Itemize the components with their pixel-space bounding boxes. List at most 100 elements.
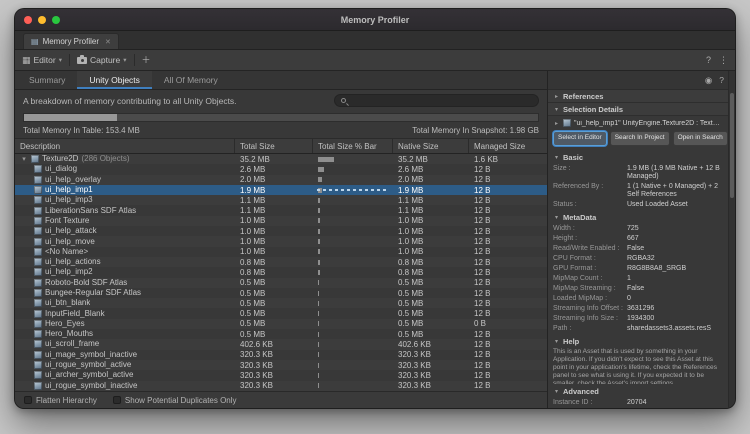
kebab-menu-icon[interactable]: ⋮	[719, 55, 728, 66]
field-label: Streaming Info Size :	[553, 315, 623, 323]
table-row[interactable]: Roboto-Bold SDF Atlas0.5 MB0.5 MB12 B	[15, 278, 547, 288]
traffic-lights	[24, 16, 60, 24]
size-bar-cell	[313, 236, 393, 246]
field-label: Referenced By :	[553, 183, 623, 199]
table-row[interactable]: ui_help_actions0.8 MB0.8 MB12 B	[15, 257, 547, 267]
table-row[interactable]: Hero_Mouths0.5 MB0.5 MB12 B	[15, 329, 547, 339]
help-section-header[interactable]: ▾ Help	[548, 334, 728, 348]
tab-memory-profiler[interactable]: ▤ Memory Profiler ✕	[23, 33, 119, 49]
field-value: 1.9 MB (1.9 MB Native + 12 B Managed)	[627, 165, 723, 181]
view-tabs: SummaryUnity ObjectsAll Of Memory	[15, 71, 547, 90]
tab-all-of-memory[interactable]: All Of Memory	[152, 71, 230, 89]
advanced-section-header[interactable]: ▾ Advanced	[548, 384, 728, 398]
open-in-search-button[interactable]: Open in Search	[673, 131, 728, 146]
row-name: LiberationSans SDF Atlas	[45, 207, 136, 215]
native-size-cell: 0.8 MB	[393, 267, 469, 277]
table-row[interactable]: InputField_Blank0.5 MB0.5 MB12 B	[15, 308, 547, 318]
advanced-title: Advanced	[563, 387, 599, 396]
native-size-cell: 0.5 MB	[393, 278, 469, 288]
window-close-button[interactable]	[24, 16, 32, 24]
size-bar	[318, 229, 320, 234]
description-cell: InputField_Blank	[15, 308, 235, 318]
table-row[interactable]: ui_help_imp11.9 MB1.9 MB12 B	[15, 185, 547, 195]
search-in-project-button[interactable]: Search In Project	[610, 131, 670, 146]
table-row[interactable]: ui_help_move1.0 MB1.0 MB12 B	[15, 236, 547, 246]
texture2d-icon	[34, 289, 42, 297]
table-row[interactable]: Font Texture1.0 MB1.0 MB12 B	[15, 216, 547, 226]
foldout-icon[interactable]: ▾	[553, 154, 560, 161]
table-row[interactable]: LiberationSans SDF Atlas1.1 MB1.1 MB12 B	[15, 205, 547, 215]
references-section-header[interactable]: ▸ References	[548, 90, 728, 103]
table-row[interactable]: ui_help_overlay2.0 MB2.0 MB12 B	[15, 175, 547, 185]
table-row[interactable]: ui_dialog2.6 MB2.6 MB12 B	[15, 164, 547, 174]
managed-size-cell: 12 B	[469, 164, 547, 174]
table-row[interactable]: ui_help_imp20.8 MB0.8 MB12 B	[15, 267, 547, 277]
foldout-icon[interactable]: ▾	[553, 214, 560, 221]
select-in-editor-button[interactable]: Select in Editor	[553, 131, 607, 146]
table-row[interactable]: ui_rogue_symbol_active320.3 KB320.3 KB12…	[15, 360, 547, 370]
foldout-icon[interactable]: ▾	[553, 106, 560, 113]
capture-button[interactable]: Capture ▾	[77, 55, 127, 65]
table-row[interactable]: ui_mage_symbol_inactive320.3 KB320.3 KB1…	[15, 350, 547, 360]
table-row[interactable]: ui_archer_symbol_active320.3 KB320.3 KB1…	[15, 370, 547, 380]
foldout-icon: ▸	[553, 120, 560, 127]
column-header-size-bar[interactable]: Total Size % Bar	[313, 139, 393, 153]
column-header-total-size[interactable]: Total Size	[235, 139, 313, 153]
selection-details-section-header[interactable]: ▾ Selection Details	[548, 103, 728, 116]
foldout-icon[interactable]: ▾	[553, 338, 560, 345]
window-zoom-button[interactable]	[52, 16, 60, 24]
row-name: ui_archer_symbol_active	[45, 371, 134, 379]
metadata-title: MetaData	[563, 213, 596, 222]
search-field[interactable]	[334, 94, 539, 107]
row-name: Font Texture	[45, 217, 89, 225]
scrollbar-thumb[interactable]	[730, 93, 734, 198]
size-bar	[318, 167, 324, 172]
camera-icon	[77, 57, 87, 64]
foldout-icon[interactable]: ▾	[20, 156, 28, 163]
eye-icon[interactable]: ◉	[705, 75, 712, 86]
description-cell: <No Name>	[15, 247, 235, 257]
basic-section-header[interactable]: ▾ Basic	[548, 150, 728, 164]
column-header-native-size[interactable]: Native Size	[393, 139, 469, 153]
import-snapshot-button[interactable]: ＋	[142, 56, 151, 65]
size-bar-cell	[313, 175, 393, 185]
column-header-managed-size[interactable]: Managed Size	[469, 139, 547, 153]
table-row[interactable]: ui_help_attack1.0 MB1.0 MB12 B	[15, 226, 547, 236]
foldout-icon[interactable]: ▾	[553, 388, 560, 395]
table-group-row[interactable]: ▾Texture2D(286 Objects)35.2 MB35.2 MB1.6…	[15, 154, 547, 164]
table-row[interactable]: ui_scroll_frame402.6 KB402.6 KB12 B	[15, 339, 547, 349]
field-label: Read/Write Enabled :	[553, 245, 623, 253]
description-cell: ui_scroll_frame	[15, 339, 235, 349]
checkbox-icon[interactable]	[24, 396, 32, 404]
selected-object-row[interactable]: ▸ "ui_help_imp1" UnityEngine.Texture2D :…	[548, 116, 728, 128]
metadata-section-header[interactable]: ▾ MetaData	[548, 210, 728, 224]
window-minimize-button[interactable]	[38, 16, 46, 24]
close-tab-icon[interactable]: ✕	[105, 38, 111, 46]
table-row[interactable]: Hero_Eyes0.5 MB0.5 MB0 B	[15, 319, 547, 329]
details-scrollbar[interactable]	[728, 71, 735, 408]
foldout-icon[interactable]: ▸	[553, 93, 560, 100]
show-duplicates-toggle[interactable]: Show Potential Duplicates Only	[113, 396, 237, 405]
description-cell: ▾Texture2D(286 Objects)	[15, 154, 235, 164]
flatten-hierarchy-toggle[interactable]: Flatten Hierarchy	[24, 396, 97, 405]
description-cell: Bungee-Regular SDF Atlas	[15, 288, 235, 298]
references-title: References	[563, 92, 603, 101]
table-row[interactable]: Bungee-Regular SDF Atlas0.5 MB0.5 MB12 B	[15, 288, 547, 298]
column-header-description[interactable]: Description	[15, 139, 235, 153]
table-row[interactable]: <No Name>1.0 MB1.0 MB12 B	[15, 247, 547, 257]
search-input[interactable]	[350, 96, 532, 105]
row-object-count: (286 Objects)	[81, 155, 129, 163]
tab-summary[interactable]: Summary	[17, 71, 77, 89]
total-size-cell: 2.0 MB	[235, 175, 313, 185]
editor-dropdown[interactable]: ▦ Editor ▾	[22, 55, 62, 65]
table-row[interactable]: ui_btn_blank0.5 MB0.5 MB12 B	[15, 298, 547, 308]
tab-unity-objects[interactable]: Unity Objects	[77, 71, 152, 89]
table-row[interactable]: ui_help_imp31.1 MB1.1 MB12 B	[15, 195, 547, 205]
help-icon[interactable]: ?	[706, 55, 711, 65]
size-bar-cell	[313, 298, 393, 308]
help-icon[interactable]: ?	[719, 75, 724, 85]
description-cell: ui_btn_blank	[15, 298, 235, 308]
checkbox-icon[interactable]	[113, 396, 121, 404]
native-size-cell: 1.0 MB	[393, 247, 469, 257]
table-row[interactable]: ui_rogue_symbol_inactive320.3 KB320.3 KB…	[15, 381, 547, 391]
